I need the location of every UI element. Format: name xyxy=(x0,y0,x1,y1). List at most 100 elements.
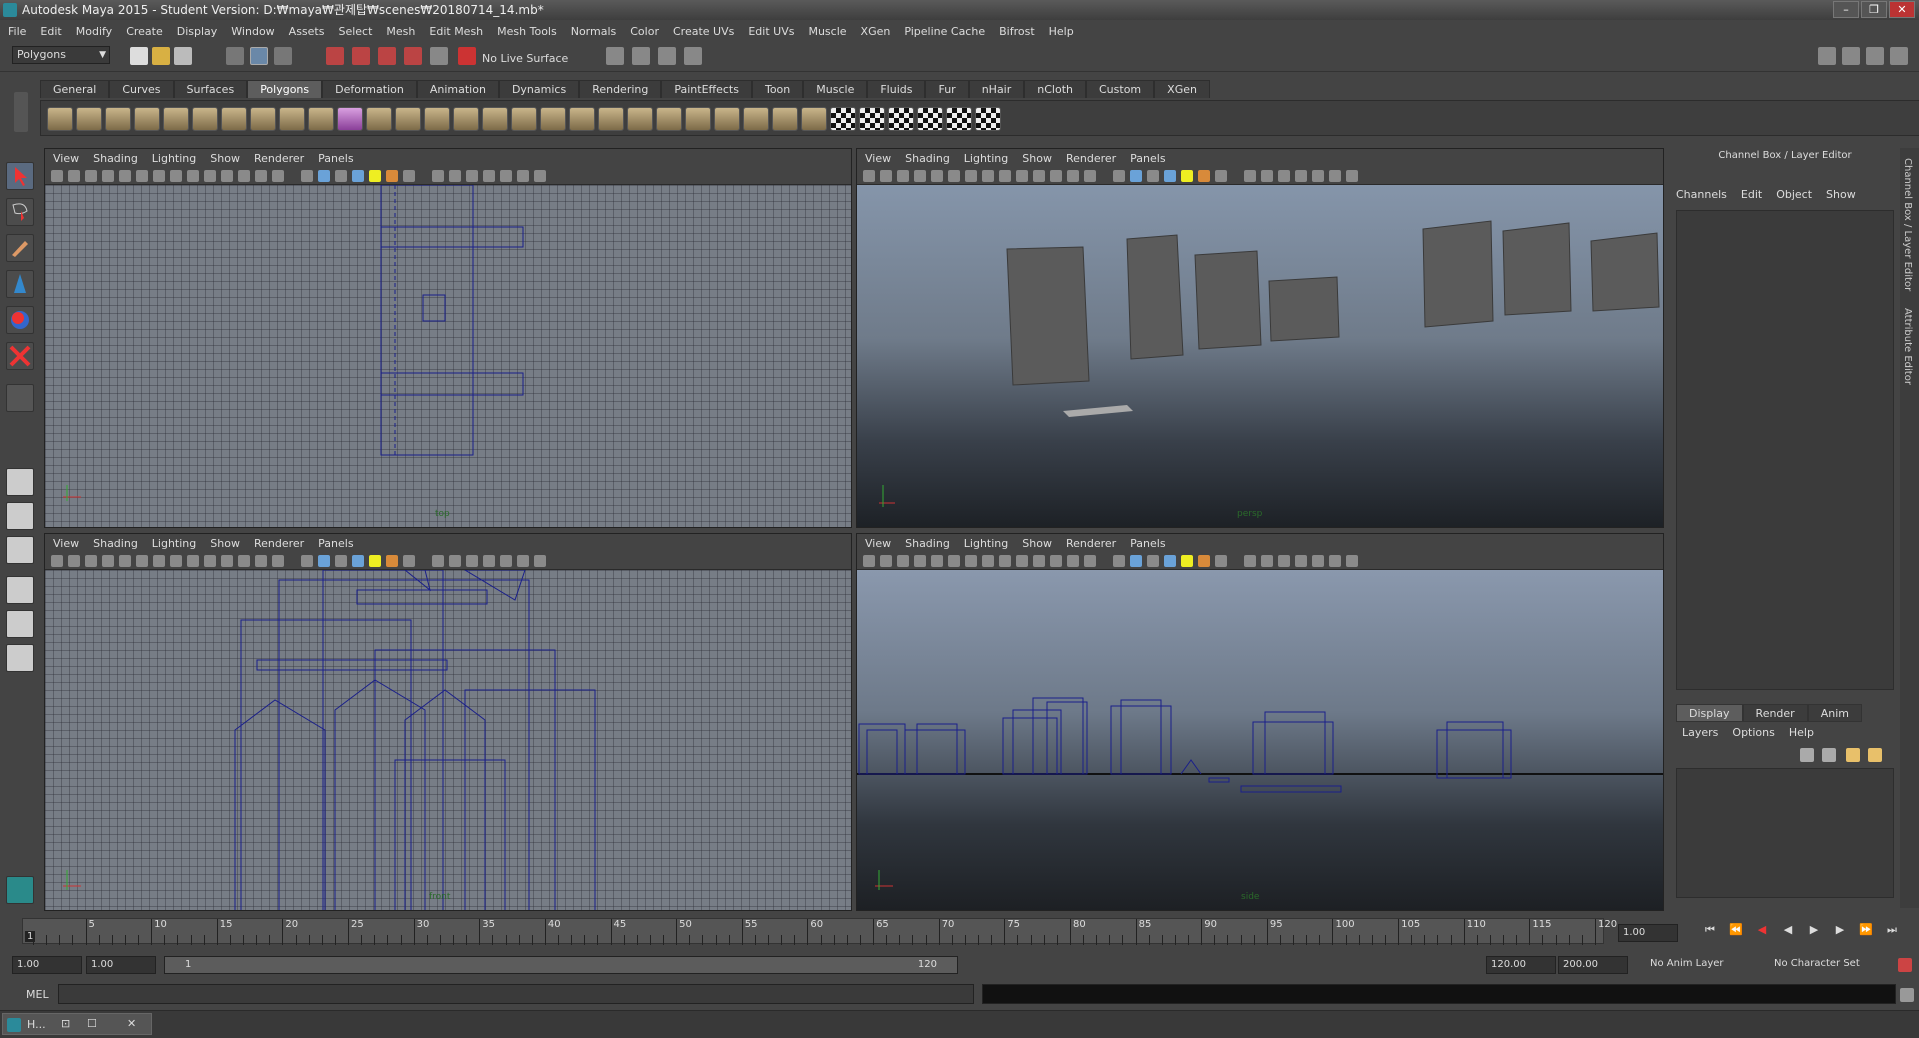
viewport-menu-show[interactable]: Show xyxy=(1022,537,1052,550)
layer-menu-help[interactable]: Help xyxy=(1789,726,1814,739)
new-scene-icon[interactable] xyxy=(130,47,148,65)
viewport-lock-camera-icon[interactable] xyxy=(880,170,892,182)
viewport-menu-view[interactable]: View xyxy=(53,152,79,165)
viewport-textured-icon[interactable] xyxy=(1164,170,1176,182)
shelf-tab-dynamics[interactable]: Dynamics xyxy=(498,80,580,98)
render-view-icon[interactable] xyxy=(606,47,624,65)
poly-split-icon[interactable] xyxy=(569,107,595,131)
menu-edit-uvs[interactable]: Edit UVs xyxy=(748,25,794,38)
viewport-textured-icon[interactable] xyxy=(352,555,364,567)
render-settings-icon[interactable] xyxy=(684,47,702,65)
shelf-menu-icon[interactable] xyxy=(14,92,28,132)
poly-helix-icon[interactable] xyxy=(279,107,305,131)
viewport-menu-lighting[interactable]: Lighting xyxy=(152,152,196,165)
viewport-2d-pan-zoom-icon[interactable] xyxy=(948,555,960,567)
go-to-start-icon[interactable]: ⏮ xyxy=(1700,920,1720,940)
viewport-grid-icon[interactable] xyxy=(982,555,994,567)
poly-reduce-icon[interactable] xyxy=(714,107,740,131)
channel-box-menu-object[interactable]: Object xyxy=(1776,188,1812,201)
viewport-safe-title-icon[interactable] xyxy=(272,555,284,567)
shelf-tab-ncloth[interactable]: nCloth xyxy=(1024,80,1086,98)
viewport-isolate-select-icon[interactable] xyxy=(483,170,495,182)
poly-extrude-icon[interactable] xyxy=(482,107,508,131)
viewport-menu-lighting[interactable]: Lighting xyxy=(964,537,1008,550)
viewport-xray-icon[interactable] xyxy=(1312,555,1324,567)
script-editor-icon[interactable] xyxy=(1900,988,1914,1002)
menu-edit[interactable]: Edit xyxy=(40,25,61,38)
viewport-menu-panels[interactable]: Panels xyxy=(1130,152,1165,165)
viewport-grease-pencil-icon[interactable] xyxy=(965,170,977,182)
viewport-gate-mask-icon[interactable] xyxy=(1033,555,1045,567)
viewport-motion-blur-icon[interactable] xyxy=(1244,170,1256,182)
viewport-gate-mask-icon[interactable] xyxy=(221,555,233,567)
current-frame-field[interactable]: 1.00 xyxy=(1618,924,1678,942)
viewport-menu-renderer[interactable]: Renderer xyxy=(254,152,304,165)
poly-uv-spherical-icon[interactable] xyxy=(888,107,914,131)
viewport-textured-icon[interactable] xyxy=(352,170,364,182)
viewport-bookmark-icon[interactable] xyxy=(914,555,926,567)
viewport-use-all-lights-icon[interactable] xyxy=(369,170,381,182)
poly-pyramid-icon[interactable] xyxy=(221,107,247,131)
viewport-2d-pan-zoom-icon[interactable] xyxy=(948,170,960,182)
menu-bifrost[interactable]: Bifrost xyxy=(999,25,1035,38)
paint-select-tool-icon[interactable] xyxy=(6,234,34,262)
viewport-grease-pencil-icon[interactable] xyxy=(153,170,165,182)
viewport-menu-shading[interactable]: Shading xyxy=(93,537,138,550)
layout-dope-sheet-icon[interactable] xyxy=(6,644,34,672)
toggle-tool-settings-icon[interactable] xyxy=(1866,47,1884,65)
menu-pipeline-cache[interactable]: Pipeline Cache xyxy=(904,25,985,38)
viewport-safe-action-icon[interactable] xyxy=(255,555,267,567)
poly-plane-icon[interactable] xyxy=(163,107,189,131)
viewport-image-plane-icon[interactable] xyxy=(119,170,131,182)
viewport-menu-shading[interactable]: Shading xyxy=(905,152,950,165)
poly-quadrangulate-icon[interactable] xyxy=(801,107,827,131)
viewport-use-all-lights-icon[interactable] xyxy=(1181,170,1193,182)
viewport-smooth-shade-icon[interactable] xyxy=(1130,170,1142,182)
viewport-select-camera-icon[interactable] xyxy=(51,170,63,182)
snap-curve-icon[interactable] xyxy=(352,47,370,65)
poly-uv-cylindrical-icon[interactable] xyxy=(859,107,885,131)
viewport-xray-joints-icon[interactable] xyxy=(517,170,529,182)
snap-surface-icon[interactable] xyxy=(430,47,448,65)
viewport-use-all-lights-icon[interactable] xyxy=(1181,555,1193,567)
current-frame-marker[interactable]: 1 xyxy=(25,931,36,942)
viewport-2d-pan-zoom-icon[interactable] xyxy=(136,555,148,567)
layout-four-view-icon[interactable] xyxy=(6,502,34,530)
rotate-tool-icon[interactable] xyxy=(6,306,34,334)
viewport-field-chart-icon[interactable] xyxy=(1050,555,1062,567)
viewport-field-chart-icon[interactable] xyxy=(1050,170,1062,182)
select-hierarchy-icon[interactable] xyxy=(226,47,244,65)
shelf-tab-fur[interactable]: Fur xyxy=(925,80,969,98)
viewport-depth-of-field-icon[interactable] xyxy=(466,170,478,182)
viewport-multisample-aa-icon[interactable] xyxy=(1261,170,1273,182)
viewport-wireframe-icon[interactable] xyxy=(301,555,313,567)
viewport-bookmark-icon[interactable] xyxy=(102,170,114,182)
menu-xgen[interactable]: XGen xyxy=(861,25,891,38)
snap-grid-icon[interactable] xyxy=(326,47,344,65)
viewport-screen-space-ao-icon[interactable] xyxy=(403,170,415,182)
layer-tab-render[interactable]: Render xyxy=(1742,704,1808,722)
channel-box-area[interactable] xyxy=(1676,210,1894,690)
viewport-isolate-select-icon[interactable] xyxy=(1295,170,1307,182)
poly-separate-icon[interactable] xyxy=(395,107,421,131)
viewport-lock-camera-icon[interactable] xyxy=(880,555,892,567)
go-to-end-icon[interactable]: ⏭ xyxy=(1882,920,1902,940)
poly-mirror-icon[interactable] xyxy=(743,107,769,131)
viewport-gate-mask-icon[interactable] xyxy=(221,170,233,182)
viewport-use-all-lights-icon[interactable] xyxy=(369,555,381,567)
viewport-menu-lighting[interactable]: Lighting xyxy=(152,537,196,550)
viewport-top[interactable]: View Shading Lighting Show Renderer Panels to… xyxy=(44,148,852,528)
viewport-xray-icon[interactable] xyxy=(500,170,512,182)
viewport-menu-shading[interactable]: Shading xyxy=(905,537,950,550)
menu-edit-mesh[interactable]: Edit Mesh xyxy=(429,25,483,38)
viewport-isolate-select-icon[interactable] xyxy=(483,555,495,567)
minimized-window[interactable]: H... ⊡ ☐ ✕ xyxy=(2,1013,152,1035)
viewport-bookmark-icon[interactable] xyxy=(102,555,114,567)
viewport-multisample-aa-icon[interactable] xyxy=(449,555,461,567)
poly-insert-loop-icon[interactable] xyxy=(598,107,624,131)
viewport-shadows-icon[interactable] xyxy=(386,170,398,182)
viewport-xray-joints-icon[interactable] xyxy=(1329,555,1341,567)
viewport-depth-of-field-icon[interactable] xyxy=(1278,170,1290,182)
viewport-xray-joints-icon[interactable] xyxy=(1329,170,1341,182)
viewport-menu-renderer[interactable]: Renderer xyxy=(254,537,304,550)
